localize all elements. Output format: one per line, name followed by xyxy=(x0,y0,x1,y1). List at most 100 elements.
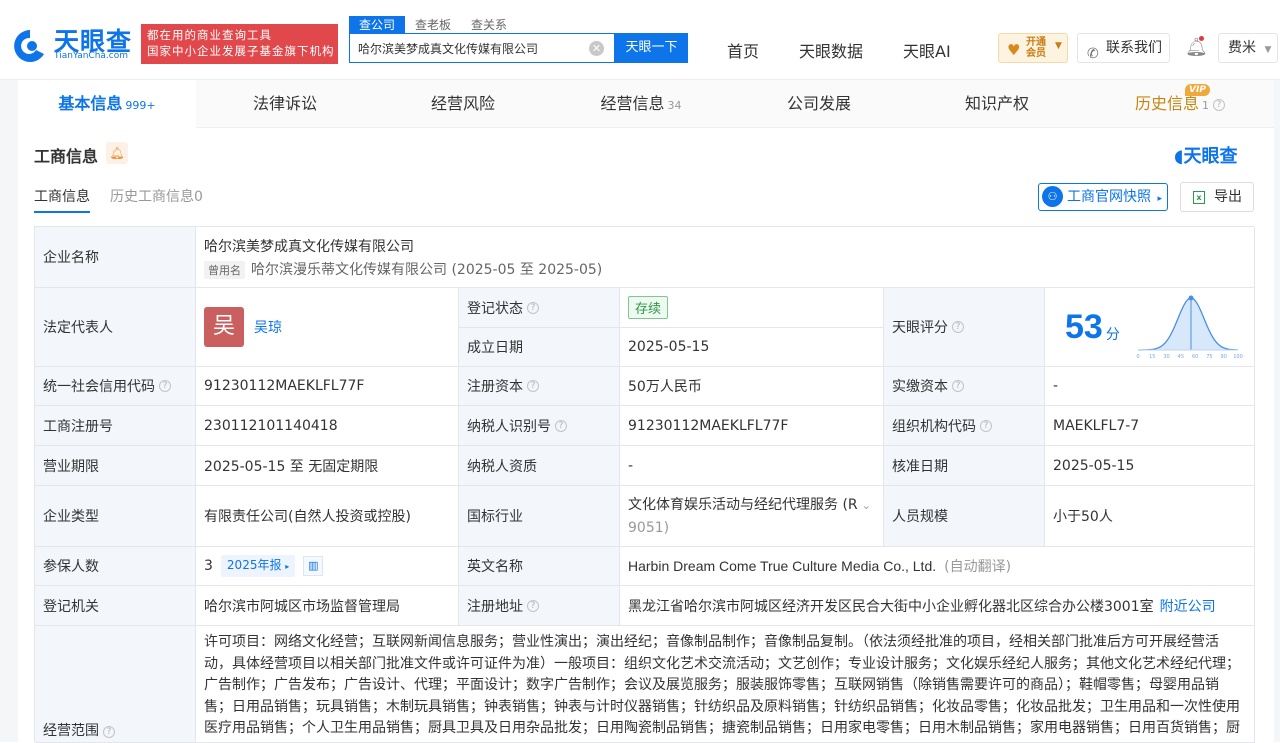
tab-development[interactable]: 公司发展 xyxy=(730,80,908,128)
legal-rep-link[interactable]: 吴琼 xyxy=(254,317,282,337)
label-insured: 参保人数 xyxy=(35,547,196,586)
chevron-right-icon: ▸ xyxy=(1157,194,1162,204)
label-reg-status: 登记状态? xyxy=(459,288,620,328)
company-name[interactable]: 哈尔滨美梦成真文化传媒有限公司 xyxy=(204,236,414,256)
open-vip-button[interactable]: ♥ 开通 会员 ▼ xyxy=(998,33,1068,63)
user-name: 费米 xyxy=(1228,40,1256,56)
score-tick-label: 15 xyxy=(1149,354,1155,360)
tab-operation[interactable]: 经营信息 34 xyxy=(552,80,730,128)
bell-icon[interactable]: 🔔︎ xyxy=(1185,37,1208,58)
search-type-tabs: 查公司 查老板 查关系 xyxy=(349,16,517,34)
score-curve-area xyxy=(1137,298,1238,350)
label-text: 组织机构代码 xyxy=(892,418,976,435)
search-tab-boss[interactable]: 查老板 xyxy=(405,16,461,34)
score-tick-label: 100 xyxy=(1233,354,1243,360)
chevron-down-icon: ▼ xyxy=(1264,45,1272,55)
logo-domain: TianYanCha.com xyxy=(54,51,129,61)
former-name-tag: 曾用名 xyxy=(204,260,245,279)
search-box: ✕ xyxy=(349,33,615,63)
vip-diamond-icon: ♥ xyxy=(1007,41,1021,59)
score-tick-label: 90 xyxy=(1220,354,1226,360)
label-reg-capital: 注册资本? xyxy=(459,367,620,406)
taxpayer-qual: - xyxy=(620,446,884,486)
top-header: 天眼查 TianYanCha.com 都在用的商业查询工具 国家中小企业发展子基… xyxy=(0,0,1280,80)
label-taxpayer-qual: 纳税人资质 xyxy=(459,446,620,486)
label-staff: 人员规模 xyxy=(884,486,1045,547)
subtab-history-info[interactable]: 历史工商信息0 xyxy=(110,186,203,206)
label-text: 注册地址 xyxy=(467,598,523,615)
reg-address: 黑龙江省哈尔滨市阿城区经济开发区民合大街中小企业孵化器北区综合办公楼3001室 xyxy=(628,598,1154,615)
nav-ai[interactable]: 天眼AI xyxy=(903,38,951,62)
score-cell[interactable]: 53 分 0 15 30 45 60 75 90 100 xyxy=(1045,288,1255,367)
subtab-business-info[interactable]: 工商信息 xyxy=(34,186,90,213)
label-taxpayer-id: 纳税人识别号? xyxy=(459,406,620,446)
help-icon[interactable]: ? xyxy=(952,321,964,333)
search-tab-relation[interactable]: 查关系 xyxy=(461,16,517,34)
label-text: 天眼评分 xyxy=(892,320,948,336)
help-icon[interactable]: ? xyxy=(952,380,964,392)
help-icon[interactable]: ? xyxy=(527,301,539,314)
former-name-row: 曾用名 哈尔滨漫乐蒂文化传媒有限公司 (2025-05 至 2025-05) xyxy=(204,259,602,279)
contact-us-button[interactable]: ✆ 联系我们 xyxy=(1077,33,1170,63)
brand-text: 天眼查 xyxy=(1183,146,1238,167)
search-button[interactable]: 天眼一下 xyxy=(615,33,688,63)
nav-data[interactable]: 天眼数据 xyxy=(799,38,863,62)
reg-status-cell: 存续 xyxy=(620,288,884,328)
notification-dot xyxy=(1199,36,1204,41)
label-score: 天眼评分? xyxy=(884,288,1045,367)
annual-report-label: 2025年报 xyxy=(226,558,282,572)
nav-home[interactable]: 首页 xyxy=(727,38,759,62)
legal-rep-cell: 吴 吴琼 xyxy=(196,288,459,367)
auto-translate-note: (自动翻译) xyxy=(944,559,1012,575)
tab-legal[interactable]: 法律诉讼 xyxy=(196,80,374,128)
tab-count: 999+ xyxy=(125,99,156,112)
tab-risk[interactable]: 经营风险 xyxy=(374,80,552,128)
reg-capital: 50万人民币 xyxy=(620,367,884,406)
company-name-cell: 哈尔滨美梦成真文化传媒有限公司 曾用名 哈尔滨漫乐蒂文化传媒有限公司 (2025-… xyxy=(196,227,1255,288)
tab-label: 法律诉讼 xyxy=(252,94,317,113)
help-icon[interactable]: ? xyxy=(103,726,115,738)
help-icon[interactable]: ? xyxy=(555,419,567,432)
search-tab-company[interactable]: 查公司 xyxy=(349,16,406,34)
former-name: 哈尔滨漫乐蒂文化传媒有限公司 (2025-05 至 2025-05) xyxy=(251,261,603,278)
tab-basic-info[interactable]: 基本信息 999+ xyxy=(18,80,196,128)
status-badge: 存续 xyxy=(628,296,669,319)
vip-tag: VIP xyxy=(1185,84,1210,96)
help-icon: ? xyxy=(1213,98,1225,111)
tab-label: 基本信息 xyxy=(58,94,123,113)
official-snapshot-button[interactable]: ⚇ 工商官网快照 ▸ xyxy=(1038,183,1168,211)
tab-count: 34 xyxy=(667,99,682,112)
score-tick-label: 45 xyxy=(1177,354,1183,360)
user-menu[interactable]: 费米 ▼ xyxy=(1218,33,1278,63)
chart-icon[interactable]: ▥ xyxy=(303,556,324,576)
industry-cell[interactable]: 文化体育娱乐活动与经纪代理服务 (R ⌄ 9051) xyxy=(620,486,884,547)
score-tick-label: 75 xyxy=(1206,354,1212,360)
help-icon[interactable]: ? xyxy=(527,599,539,612)
nearby-companies-link[interactable]: 附近公司 xyxy=(1160,596,1216,616)
label-text: 纳税人识别号 xyxy=(467,418,551,435)
clear-search-icon[interactable]: ✕ xyxy=(589,41,604,56)
tianyancha-logo-icon[interactable] xyxy=(8,26,52,66)
tab-label: 历史信息 xyxy=(1134,94,1199,113)
industry-line-1: 文化体育娱乐活动与经纪代理服务 (R ⌄ xyxy=(628,494,871,517)
help-icon[interactable]: ? xyxy=(159,380,171,392)
label-text: 注册资本 xyxy=(467,379,523,395)
help-icon[interactable]: ? xyxy=(527,380,539,392)
label-approve-date: 核准日期 xyxy=(884,446,1045,486)
export-label: 导出 xyxy=(1214,189,1242,205)
label-authority: 登记机关 xyxy=(35,586,196,626)
tab-ip[interactable]: 知识产权 xyxy=(908,80,1086,128)
vip-label-line-1: 开通 xyxy=(1026,37,1046,48)
tab-history[interactable]: 历史信息 1? xyxy=(1086,80,1274,128)
slogan-line-1: 都在用的商业查询工具 xyxy=(147,28,272,42)
score-tick-label: 60 xyxy=(1192,354,1198,360)
search-input[interactable] xyxy=(350,34,580,62)
export-button[interactable]: x 导出 xyxy=(1180,182,1254,212)
annual-report-button[interactable]: 2025年报 ▸ xyxy=(220,555,296,577)
label-paid-capital: 实缴资本? xyxy=(884,367,1045,406)
subscribe-bell-icon[interactable]: 🔔︎ xyxy=(106,142,128,164)
avatar[interactable]: 吴 xyxy=(204,307,244,347)
address-cell: 黑龙江省哈尔滨市阿城区经济开发区民合大街中小企业孵化器北区综合办公楼3001室附… xyxy=(620,586,1255,626)
score-distribution-chart: 0 15 30 45 60 75 90 100 xyxy=(1136,295,1243,360)
help-icon[interactable]: ? xyxy=(980,419,992,432)
